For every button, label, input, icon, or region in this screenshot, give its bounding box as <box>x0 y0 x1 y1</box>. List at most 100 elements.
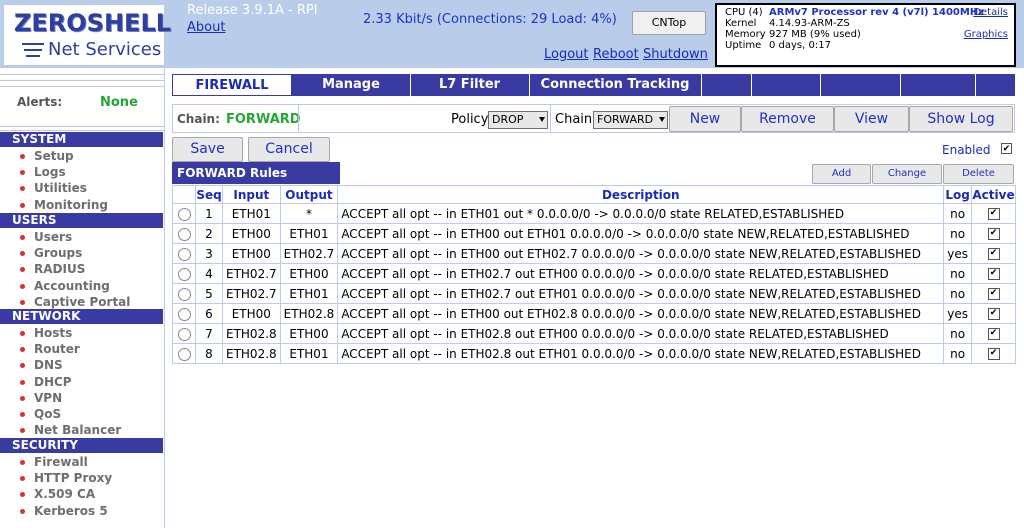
cntop-button[interactable]: CNTop <box>632 11 706 35</box>
table-row[interactable]: 1 ETH01 * ACCEPT all opt -- in ETH01 out * … <box>172 203 1016 224</box>
active-checkbox[interactable]: ✔ <box>987 288 1000 300</box>
sidebar-item-radius[interactable]: RADIUS <box>34 262 85 276</box>
sidebar-item-accounting[interactable]: Accounting <box>34 279 110 293</box>
sidebar-item-kerberos-5[interactable]: Kerberos 5 <box>34 504 108 518</box>
sidebar-item-logs[interactable]: Logs <box>34 165 66 179</box>
delete-button[interactable]: Delete <box>943 164 1014 184</box>
sidebar-item-utilities[interactable]: Utilities <box>34 181 87 195</box>
cell-control: ✔ <box>971 343 1016 364</box>
bullet-icon <box>20 395 25 401</box>
sidebar-item-groups[interactable]: Groups <box>34 246 82 260</box>
view-button[interactable]: View <box>834 106 909 132</box>
chevron-down-icon <box>539 117 545 122</box>
cell-control <box>172 203 196 224</box>
sidebar-item-qos[interactable]: QoS <box>34 407 61 421</box>
row-select-radio[interactable] <box>177 247 191 261</box>
table-row[interactable]: 3 ETH00 ETH02.7 ACCEPT all opt -- in ETH00 … <box>172 243 1016 264</box>
active-checkbox[interactable]: ✔ <box>987 268 1000 280</box>
col-seq: Seq <box>195 185 223 204</box>
active-checkbox[interactable]: ✔ <box>987 248 1000 260</box>
cell-input: ETH02.8 <box>222 323 281 344</box>
sidebar-item-vpn[interactable]: VPN <box>34 391 62 405</box>
tab-l7-filter[interactable]: L7 Filter <box>410 74 529 96</box>
cell-input: ETH00 <box>222 243 281 264</box>
rules-title: FORWARD Rules <box>172 162 340 184</box>
table-row[interactable]: 4 ETH02.7 ETH00 ACCEPT all opt -- in ETH02.… <box>172 263 1016 284</box>
change-button[interactable]: Change <box>872 164 942 184</box>
tab-firewall[interactable]: FIREWALL <box>172 74 292 96</box>
table-row[interactable]: 5 ETH02.7 ETH01 ACCEPT all opt -- in ETH02.… <box>172 283 1016 304</box>
active-checkbox[interactable]: ✔ <box>987 208 1000 220</box>
cell-seq: 8 <box>195 343 223 364</box>
shutdown-link[interactable]: Shutdown <box>643 47 708 62</box>
table-row[interactable]: 7 ETH02.8 ETH00 ACCEPT all opt -- in ETH02.… <box>172 323 1016 344</box>
graphics-link[interactable]: Graphics <box>964 29 1008 40</box>
active-checkbox[interactable]: ✔ <box>987 328 1000 340</box>
row-select-radio[interactable] <box>177 287 191 301</box>
enabled-checkbox[interactable]: ✔ <box>1001 143 1012 154</box>
sidebar-item-captive-portal[interactable]: Captive Portal <box>34 295 130 309</box>
memory-label: Memory <box>725 29 766 40</box>
active-checkbox[interactable]: ✔ <box>987 308 1000 320</box>
tab-connection-tracking[interactable]: Connection Tracking <box>529 74 701 96</box>
row-select-radio[interactable] <box>177 307 191 321</box>
cell-seq: 4 <box>195 263 223 284</box>
cell-output: ETH02.8 <box>279 303 339 324</box>
kernel-value: 4.14.93-ARM-ZS <box>769 18 850 29</box>
traffic-status: 2.33 Kbit/s (Connections: 29 Load: 4%) <box>363 12 617 27</box>
col-log: Log <box>943 185 972 204</box>
bullet-icon <box>20 412 25 417</box>
memory-value: 927 MB (9% used) <box>769 29 861 40</box>
tab-manage[interactable]: Manage <box>292 74 410 96</box>
row-select-radio[interactable] <box>177 347 191 361</box>
sidebar-item-http-proxy[interactable]: HTTP Proxy <box>34 471 112 485</box>
alerts-value[interactable]: None <box>100 95 138 110</box>
chain-value: FORWARD <box>226 112 301 127</box>
cell-log: no <box>943 223 972 244</box>
row-select-radio[interactable] <box>177 227 191 241</box>
details-link[interactable]: Details <box>973 7 1008 18</box>
sidebar-item-dhcp[interactable]: DHCP <box>34 375 72 389</box>
col-select <box>172 185 196 204</box>
cancel-button[interactable]: Cancel <box>248 137 330 162</box>
cell-output: ETH02.7 <box>279 243 339 264</box>
show-log-button[interactable]: Show Log <box>909 106 1013 132</box>
sidebar-item-users[interactable]: Users <box>34 230 72 244</box>
row-select-radio[interactable] <box>177 327 191 341</box>
sidebar-item-firewall[interactable]: Firewall <box>34 455 88 469</box>
about-link[interactable]: About <box>187 20 225 35</box>
sidebar-item-x-509-ca[interactable]: X.509 CA <box>34 487 95 501</box>
cell-input: ETH01 <box>222 203 281 224</box>
table-row[interactable]: 6 ETH00 ETH02.8 ACCEPT all opt -- in ETH00 … <box>172 303 1016 324</box>
cell-control: ✔ <box>971 263 1016 284</box>
policy-select[interactable]: DROP <box>488 111 548 129</box>
chain-select-value: FORWARD <box>597 113 654 126</box>
remove-button[interactable]: Remove <box>741 106 834 132</box>
cell-log: yes <box>943 303 972 324</box>
rules-table: Seq Input Output Description Log Active … <box>172 185 1016 364</box>
sidebar-item-hosts[interactable]: Hosts <box>34 326 72 340</box>
bullet-icon <box>20 460 25 465</box>
table-row[interactable]: 8 ETH02.8 ETH01 ACCEPT all opt -- in ETH02.… <box>172 343 1016 364</box>
sidebar-item-setup[interactable]: Setup <box>34 149 74 163</box>
tab-bar: FIREWALL Manage L7 Filter Connection Tra… <box>172 74 1015 96</box>
logout-link[interactable]: Logout <box>544 47 589 62</box>
row-select-radio[interactable] <box>177 267 191 281</box>
policy-select-value: DROP <box>492 113 524 126</box>
cell-control <box>172 263 196 284</box>
add-button[interactable]: Add <box>812 164 871 184</box>
sidebar-section-network: NETWORK <box>0 309 163 324</box>
chain-select[interactable]: FORWARD <box>593 111 668 129</box>
active-checkbox[interactable]: ✔ <box>987 228 1000 240</box>
new-button[interactable]: New <box>669 106 741 132</box>
sidebar-item-dns[interactable]: DNS <box>34 358 63 372</box>
save-button[interactable]: Save <box>172 137 243 162</box>
sidebar-item-router[interactable]: Router <box>34 342 80 356</box>
cell-control <box>172 283 196 304</box>
sidebar-item-monitoring[interactable]: Monitoring <box>34 198 108 212</box>
reboot-link[interactable]: Reboot <box>593 47 639 62</box>
sidebar-item-net-balancer[interactable]: Net Balancer <box>34 423 121 437</box>
table-row[interactable]: 2 ETH00 ETH01 ACCEPT all opt -- in ETH00 ou… <box>172 223 1016 244</box>
active-checkbox[interactable]: ✔ <box>987 348 1000 360</box>
row-select-radio[interactable] <box>177 207 191 221</box>
